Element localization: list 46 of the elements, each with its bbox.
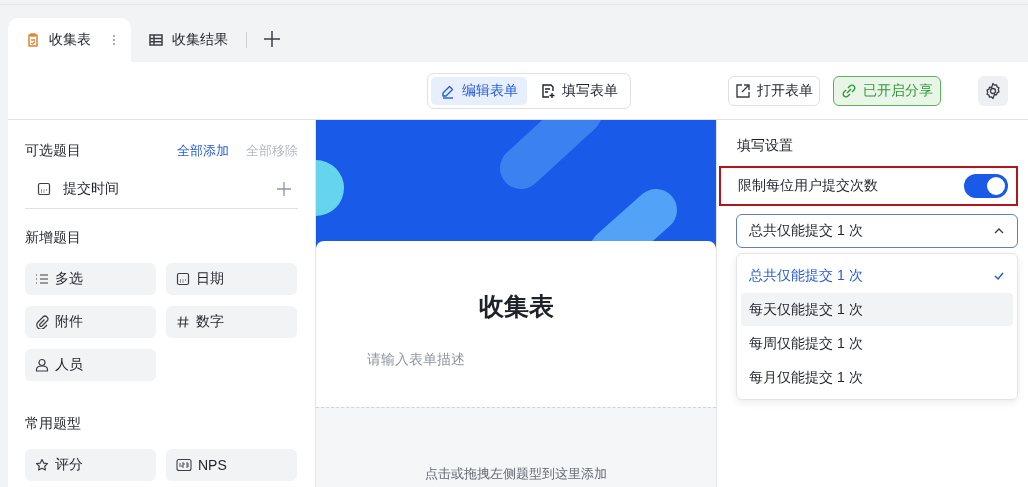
link-icon — [841, 82, 857, 99]
field-type-button[interactable]: NPS — [166, 449, 297, 481]
external-link-icon — [735, 82, 751, 99]
field-type-button[interactable]: 多选 — [25, 263, 156, 295]
hash-icon — [176, 315, 190, 329]
form-add-icon — [540, 82, 556, 99]
person-icon — [35, 358, 49, 372]
plus-icon — [276, 181, 292, 197]
field-type-button[interactable]: 日期 — [166, 263, 297, 295]
drop-area[interactable]: 点击或拖拽左侧题型到这里添加 — [316, 407, 716, 487]
field-type-button[interactable]: 附件 — [25, 306, 156, 338]
star-icon — [35, 458, 49, 472]
drop-hint: 点击或拖拽左侧题型到这里添加 — [425, 465, 607, 483]
field-type-button[interactable]: 人员 — [25, 349, 156, 381]
dropdown[interactable]: 总共仅能提交 1 次 — [736, 214, 1018, 248]
calendar-icon — [176, 272, 190, 286]
section-title: 新增题目 — [25, 229, 81, 245]
dropdown-option[interactable]: 每天仅能提交 1 次 — [741, 293, 1013, 326]
add-all-link[interactable]: 全部添加 — [177, 142, 229, 160]
clipboard-icon — [25, 32, 41, 48]
settings-icon — [984, 81, 1002, 100]
number-box-icon — [176, 458, 192, 472]
section-title: 常用题型 — [25, 415, 81, 431]
dropdown-option[interactable]: 总共仅能提交 1 次 — [741, 259, 1013, 292]
plus-icon — [263, 30, 281, 48]
tab[interactable]: 收集结果 — [131, 18, 244, 62]
section-title: 填写设置 — [737, 137, 794, 155]
list-icon — [35, 272, 49, 286]
field-type-button[interactable]: 数字 — [166, 306, 297, 338]
dropdown-option[interactable]: 每月仅能提交 1 次 — [741, 361, 1013, 394]
toggle-switch[interactable] — [964, 174, 1008, 198]
paperclip-icon — [35, 315, 49, 329]
dropdown-option[interactable]: 每周仅能提交 1 次 — [741, 327, 1013, 360]
field-type-button[interactable]: 评分 — [25, 449, 156, 481]
setting-label: 限制每位用户提交次数 — [738, 177, 878, 195]
calendar-icon — [37, 182, 51, 196]
open-form-button[interactable]: 打开表单 — [728, 75, 820, 106]
add-tab-button[interactable] — [261, 28, 283, 50]
settings-button[interactable] — [978, 75, 1008, 106]
mode-tab[interactable]: 填写表单 — [531, 76, 627, 105]
tab[interactable]: 收集表 — [8, 18, 131, 62]
mode-tab[interactable]: 编辑表单 — [431, 76, 527, 105]
table-icon — [148, 32, 164, 48]
form-title[interactable]: 收集表 — [316, 291, 716, 321]
field-item[interactable]: 提交时间 — [25, 170, 298, 209]
section-title: 可选题目 — [25, 142, 81, 160]
